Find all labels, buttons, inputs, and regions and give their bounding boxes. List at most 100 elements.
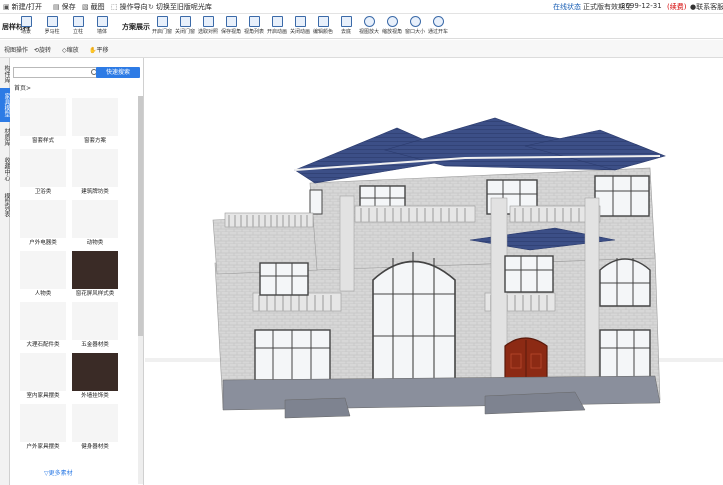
roman-column-tool[interactable]: 罗马柱	[39, 16, 65, 38]
tool-icon	[96, 16, 108, 27]
tool-icon	[156, 16, 168, 27]
online-status: 在线状态	[553, 3, 581, 11]
more-materials-link[interactable]: ▽更多素材	[44, 468, 73, 477]
side-steps	[284, 397, 351, 419]
tool-icon	[179, 16, 191, 27]
tool-icon	[248, 16, 260, 27]
item-label: 窗花屏风样式类	[75, 291, 115, 297]
wall-tool[interactable]: 墙体	[89, 16, 115, 38]
scrollbar-thumb[interactable]	[138, 96, 143, 336]
scene-tool[interactable]: 场景	[13, 16, 39, 38]
villa-render	[145, 117, 723, 485]
item-label: 五金器材类	[81, 342, 109, 348]
library-item-window-screen-category[interactable]: 窗花屏风样式类	[70, 251, 120, 299]
tab-favorites[interactable]: 收藏中心	[0, 152, 10, 186]
tool-icon	[271, 16, 283, 27]
item-thumbnail	[20, 302, 66, 340]
library-item-animal-category[interactable]: 动物类	[70, 200, 120, 248]
tool-icon	[386, 16, 398, 27]
ribbon-group-scheme: 方案展示	[122, 23, 150, 31]
item-label: 人物类	[34, 291, 52, 297]
item-label: 窗套样式	[31, 138, 54, 144]
contact-button[interactable]: ●联系客服	[690, 2, 723, 12]
renew-link[interactable]: (续费)	[667, 2, 686, 12]
tab-materials[interactable]: 材质库	[0, 124, 10, 150]
tab-components[interactable]: 构件库	[0, 62, 10, 86]
tool-icon	[46, 16, 58, 27]
window-upper-left	[309, 189, 323, 215]
item-thumbnail	[20, 98, 66, 136]
pillar-tool[interactable]: 立柱	[65, 16, 91, 38]
new-open-menu[interactable]: ▣ 新建/打开	[3, 2, 42, 12]
3d-viewport[interactable]	[145, 58, 723, 485]
library-item-indoor-furniture-category[interactable]: 室内家具摆类	[18, 353, 68, 401]
refresh-icon: ↻	[148, 3, 154, 11]
library-item-archway-category[interactable]: 建筑牌坊类	[70, 149, 120, 197]
library-item-bathroom-category[interactable]: 卫浴类	[18, 149, 68, 197]
column-3	[584, 197, 600, 389]
library-item-marble-fitting-category[interactable]: 大理石配件类	[18, 302, 68, 350]
tab-furniture-models[interactable]: 家具模型	[0, 88, 10, 122]
item-label: 卫浴类	[34, 189, 52, 195]
balcony-lower-left	[252, 292, 342, 312]
save-menu[interactable]: ▤ 保存	[53, 2, 76, 12]
search-input[interactable]	[13, 67, 100, 78]
expiry-date: 2099-12-31	[621, 2, 662, 10]
breadcrumb[interactable]: 首页>	[14, 83, 31, 92]
tool-icon	[317, 16, 329, 27]
library-item-window-trim-style[interactable]: 窗套样式	[18, 98, 68, 146]
library-item-outdoor-appliance-category[interactable]: 户外电器类	[18, 200, 68, 248]
tool-icon	[432, 16, 444, 27]
zoom-button[interactable]: ◇缩放	[62, 45, 79, 54]
item-thumbnail	[20, 149, 66, 187]
item-label: 健身器材类	[81, 444, 109, 450]
library-item-wall-decor-category[interactable]: 外墙挂饰类	[70, 353, 120, 401]
item-thumbnail	[72, 302, 118, 340]
balcony-upper-left	[224, 212, 314, 228]
drive-through-tool[interactable]: 通过开车	[425, 16, 451, 38]
library-tabs: 构件库 家具模型 材质库 收藏中心 模型列表	[0, 58, 10, 485]
entry-steps	[484, 391, 586, 415]
quick-search-button[interactable]: 快速搜索	[96, 67, 140, 78]
item-thumbnail	[20, 251, 66, 289]
item-label: 大理石配件类	[26, 342, 60, 348]
item-label: 动物类	[86, 240, 104, 246]
library-item-outdoor-furniture-category[interactable]: 户外家具摆类	[18, 404, 68, 452]
library-item-people-category[interactable]: 人物类	[18, 251, 68, 299]
item-label: 室内家具摆类	[26, 393, 60, 399]
window-mid-center	[504, 255, 554, 293]
tab-model-list[interactable]: 模型列表	[0, 188, 10, 222]
item-label: 户外家具摆类	[26, 444, 60, 450]
column-1	[339, 195, 355, 292]
library-item-hardware-category[interactable]: 五金器材类	[70, 302, 120, 350]
screenshot-menu[interactable]: ▧ 截图	[82, 2, 105, 12]
item-thumbnail	[20, 200, 66, 238]
tool-icon	[20, 16, 32, 27]
tool-icon	[202, 16, 214, 27]
menu-bar: ▣ 新建/打开 ▤ 保存 ▧ 截图 ⬚ 操作导向 ↻ 切换至旧版呢光库 在线状态 正式版有…	[0, 0, 723, 14]
window-arch-main	[372, 260, 456, 381]
item-thumbnail	[72, 98, 118, 136]
rotate-button[interactable]: ⟲旋转	[34, 45, 51, 54]
camera-icon: ▧	[82, 3, 89, 11]
library-item-fitness-equipment-category[interactable]: 健身器材类	[70, 404, 120, 452]
tool-icon	[409, 16, 421, 27]
item-label: 窗套方案	[83, 138, 106, 144]
pan-button[interactable]: ✋平移	[89, 45, 109, 54]
ribbon-toolbar: 居样材料 场景 罗马柱 立柱 墙体 方案展示 开启门窗 关闭门窗 选取对照 保存视角 视角列表…	[0, 14, 723, 39]
tool-icon	[340, 16, 352, 27]
library-item-window-trim-scheme[interactable]: 窗套方案	[70, 98, 120, 146]
item-label: 建筑牌坊类	[81, 189, 109, 195]
guide-icon: ⬚	[111, 3, 118, 11]
item-label: 户外电器类	[29, 240, 57, 246]
window-mid-left	[259, 262, 309, 296]
panel-scrollbar[interactable]	[138, 96, 143, 484]
window-lower-right	[599, 329, 651, 379]
view-toolbar: 视图操作 ⟲旋转 ◇缩放 ✋平移	[0, 40, 723, 58]
guide-menu[interactable]: ⬚ 操作导向	[111, 2, 148, 12]
window-upper-3	[594, 175, 650, 217]
item-thumbnail	[20, 404, 66, 442]
item-thumbnail	[72, 200, 118, 238]
file-icon: ▣	[3, 3, 10, 11]
switch-old-version-menu[interactable]: ↻ 切换至旧版呢光库	[148, 2, 212, 12]
